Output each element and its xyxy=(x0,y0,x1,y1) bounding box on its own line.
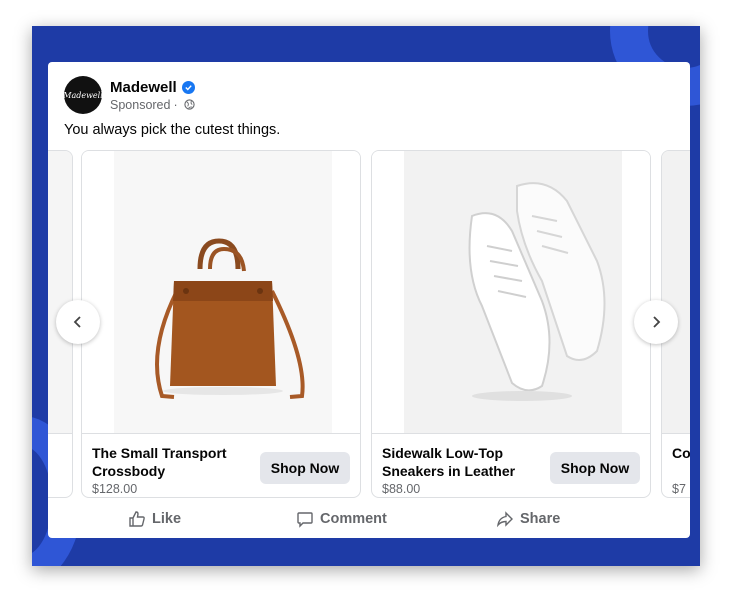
chevron-right-icon xyxy=(653,316,661,328)
like-label: Like xyxy=(152,511,182,527)
shop-now-button[interactable]: Shop Now xyxy=(260,452,350,484)
product-price: $128.00 xyxy=(92,482,138,496)
sponsored-row: Sponsored · xyxy=(110,98,195,112)
like-button[interactable]: Like xyxy=(128,510,181,528)
avatar[interactable]: Madewell xyxy=(63,76,103,114)
product-info: Co Co $7 xyxy=(662,433,690,497)
page-name[interactable]: Madewell xyxy=(110,79,177,96)
sponsored-label[interactable]: Sponsored xyxy=(110,98,170,112)
avatar-logo-text: Madewell xyxy=(63,90,103,100)
product-info: Sidewalk Low-Top Sneakers in Leather $88… xyxy=(372,433,650,497)
product-price: $7 xyxy=(672,482,686,496)
product-carousel: The Small Transport Crossbody $128.00 Sh… xyxy=(48,150,690,502)
facebook-ad-post: Madewell Madewell Sponsored · You always… xyxy=(48,62,690,538)
shop-now-button[interactable]: Shop Now xyxy=(550,452,640,484)
product-info: The Small Transport Crossbody $128.00 Sh… xyxy=(82,433,360,497)
product-image xyxy=(662,151,690,433)
product-title[interactable]: The Small Transport Crossbody xyxy=(92,444,242,480)
page-name-row: Madewell xyxy=(110,79,195,96)
comment-button[interactable]: Comment xyxy=(296,510,387,528)
white-sneakers-image xyxy=(372,151,650,433)
leather-bag-image xyxy=(82,151,360,433)
share-arrow-icon xyxy=(496,511,513,528)
comment-label: Comment xyxy=(320,511,387,527)
chevron-left-icon xyxy=(73,316,81,328)
carousel-next-button[interactable] xyxy=(634,300,678,344)
verified-badge-icon xyxy=(181,80,195,94)
post-actions-bar: Like Comment Share xyxy=(48,504,690,534)
globe-icon xyxy=(184,99,195,110)
product-title[interactable]: Co Co xyxy=(672,444,690,462)
carousel-prev-button[interactable] xyxy=(56,300,100,344)
product-info xyxy=(48,433,72,497)
product-image xyxy=(48,151,72,433)
product-price: $88.00 xyxy=(382,482,421,496)
post-message: You always pick the cutest things. xyxy=(64,122,281,138)
carousel-item[interactable]: The Small Transport Crossbody $128.00 Sh… xyxy=(81,150,361,498)
share-button[interactable]: Share xyxy=(496,510,560,528)
post-header: Madewell Madewell Sponsored · xyxy=(63,76,195,114)
share-label: Share xyxy=(520,511,561,527)
product-title[interactable]: Sidewalk Low-Top Sneakers in Leather xyxy=(382,444,532,480)
product-image-sneakers[interactable] xyxy=(372,151,650,433)
post-meta: Madewell Sponsored · xyxy=(110,79,195,112)
thumbs-up-icon xyxy=(129,511,145,527)
comment-bubble-icon xyxy=(297,512,313,528)
product-image-bag[interactable] xyxy=(82,151,360,433)
separator-dot: · xyxy=(173,97,178,112)
carousel-item[interactable]: Sidewalk Low-Top Sneakers in Leather $88… xyxy=(371,150,651,498)
